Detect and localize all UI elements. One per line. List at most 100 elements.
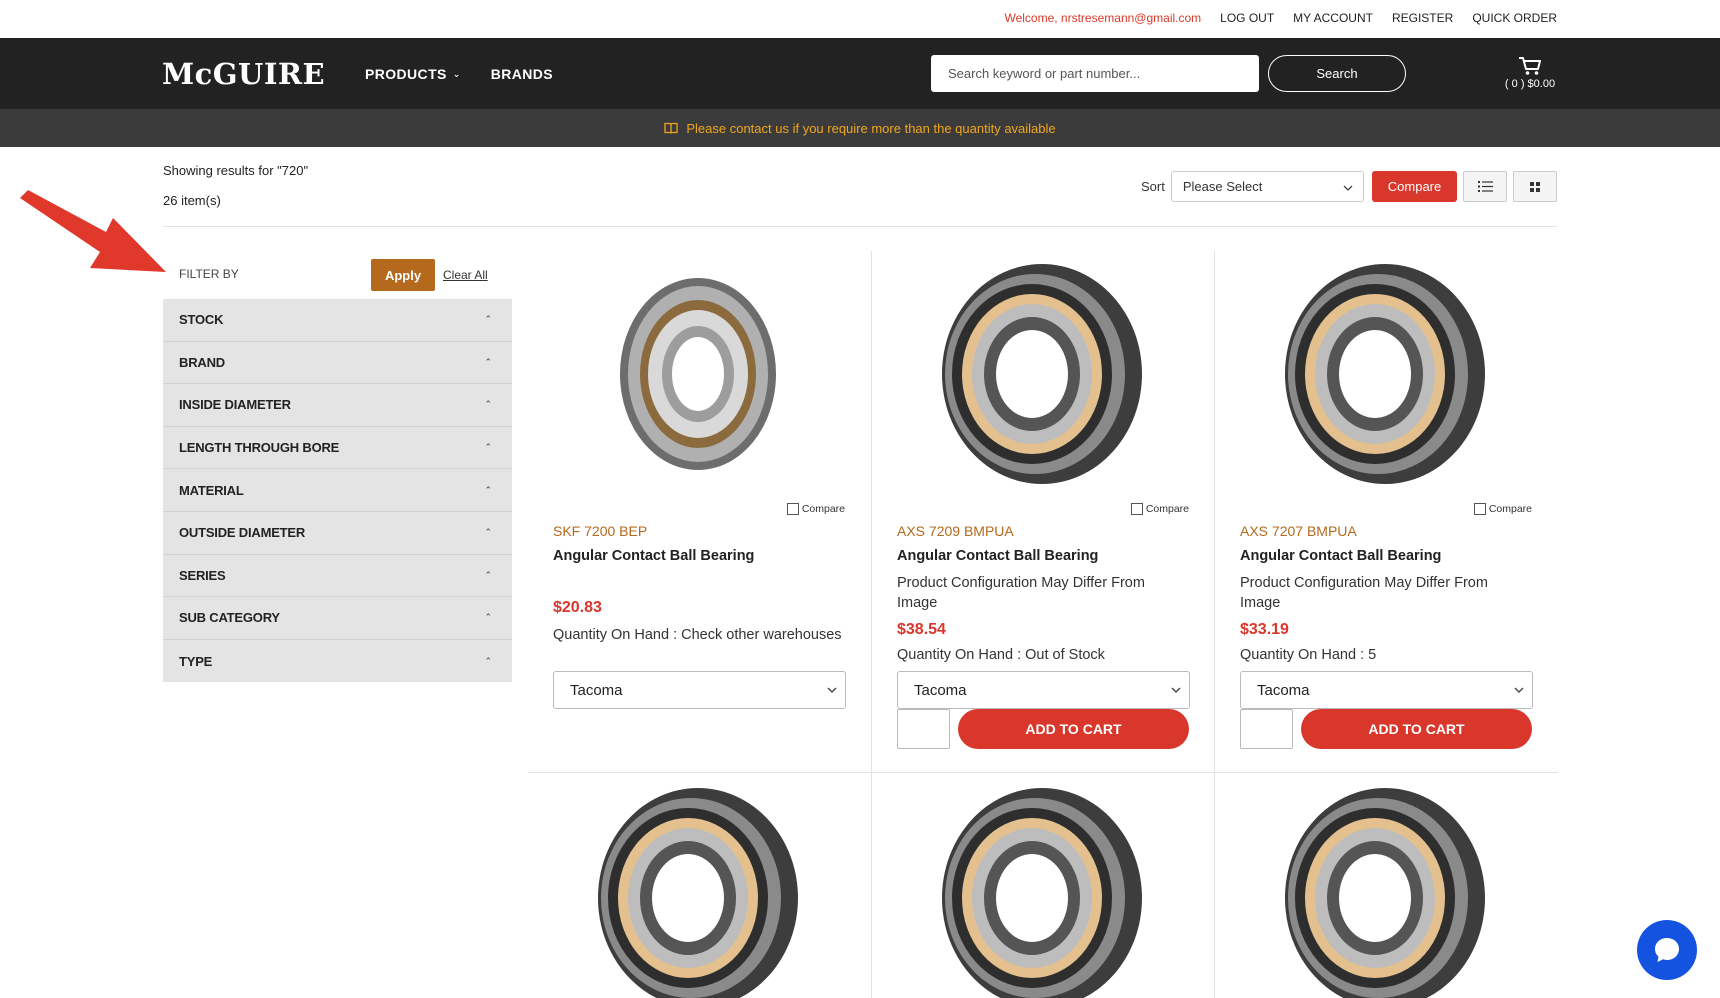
compare-label: Compare <box>1145 503 1189 515</box>
product-card: Compare AXS 7209 BMPUA Angular Contact B… <box>872 251 1215 771</box>
grid-divider <box>528 772 1558 773</box>
warehouse-selected-value: Tacoma <box>570 681 623 699</box>
product-price: $33.19 <box>1240 621 1289 638</box>
product-image[interactable] <box>1270 783 1500 998</box>
compare-checkbox[interactable]: Compare <box>1130 503 1189 515</box>
checkbox-icon <box>1473 503 1486 515</box>
facet-brand[interactable]: BRAND ⌃ <box>163 342 512 385</box>
book-icon <box>664 122 679 135</box>
clear-all-link[interactable]: Clear All <box>443 268 488 282</box>
chevron-down-icon <box>827 687 837 693</box>
sort-control: Sort Please Select <box>1141 171 1364 202</box>
my-account-link[interactable]: MY ACCOUNT <box>1293 11 1373 25</box>
annotation-arrow-icon <box>20 190 166 272</box>
warehouse-select[interactable]: Tacoma <box>553 671 846 709</box>
sort-select[interactable]: Please Select <box>1170 171 1364 202</box>
facet-label: SERIES <box>179 567 226 583</box>
chevron-down-icon <box>1171 687 1181 693</box>
grid-view-button[interactable] <box>1513 171 1557 202</box>
product-price: $20.83 <box>553 599 602 616</box>
facet-inside-diameter[interactable]: INSIDE DIAMETER ⌃ <box>163 384 512 427</box>
checkbox-icon <box>1130 503 1143 515</box>
results-count: 26 item(s) <box>163 193 221 208</box>
filter-by-label: FILTER BY <box>179 267 239 281</box>
facet-label: STOCK <box>179 312 224 328</box>
chevron-up-icon: ⌃ <box>484 442 492 453</box>
toolbar-divider <box>163 226 1557 227</box>
grid-view-icon <box>1530 181 1540 192</box>
sort-selected-value: Please Select <box>1182 179 1263 194</box>
facet-label: MATERIAL <box>179 482 244 498</box>
facet-material[interactable]: MATERIAL ⌃ <box>163 469 512 512</box>
warehouse-select[interactable]: Tacoma <box>1240 671 1533 709</box>
facet-outside-diameter[interactable]: OUTSIDE DIAMETER ⌃ <box>163 512 512 555</box>
apply-filters-button[interactable]: Apply <box>371 259 435 291</box>
product-grid: Compare SKF 7200 BEP Angular Contact Bal… <box>528 251 1558 998</box>
chevron-up-icon: ⌃ <box>484 612 492 623</box>
facet-label: INSIDE DIAMETER <box>179 397 291 413</box>
quantity-on-hand: Quantity On Hand : 5 <box>1240 647 1377 663</box>
product-title[interactable]: Angular Contact Ball Bearing <box>553 548 754 564</box>
filter-facets: STOCK ⌃ BRAND ⌃ INSIDE DIAMETER ⌃ LENGTH… <box>163 299 512 683</box>
facet-stock[interactable]: STOCK ⌃ <box>163 299 512 342</box>
product-image[interactable] <box>1270 259 1500 489</box>
cart-button[interactable]: ( 0 ) $0.00 <box>1500 56 1560 90</box>
product-image[interactable] <box>583 783 813 998</box>
welcome-text: Welcome, nrstresemann@gmail.com <box>1004 11 1202 25</box>
quick-order-link[interactable]: QUICK ORDER <box>1472 11 1557 25</box>
chevron-up-icon: ⌃ <box>484 399 492 410</box>
nav-brands[interactable]: BRANDS <box>491 66 553 82</box>
search-button[interactable]: Search <box>1268 55 1406 92</box>
chevron-up-icon: ⌃ <box>484 356 492 367</box>
product-card <box>1215 781 1558 998</box>
product-image[interactable] <box>583 259 813 489</box>
product-card: Compare SKF 7200 BEP Angular Contact Bal… <box>528 251 871 771</box>
product-image[interactable] <box>927 783 1157 998</box>
search-input[interactable] <box>931 55 1259 92</box>
product-card: Compare AXS 7207 BMPUA Angular Contact B… <box>1215 251 1558 771</box>
facet-sub-category[interactable]: SUB CATEGORY ⌃ <box>163 597 512 640</box>
cart-icon <box>1519 57 1541 75</box>
main-header: McGUIRE PRODUCTS ⌄ BRANDS Search ( 0 ) $… <box>0 38 1720 109</box>
logout-link[interactable]: LOG OUT <box>1220 11 1274 25</box>
list-view-button[interactable] <box>1463 171 1507 202</box>
add-to-cart-button[interactable]: ADD TO CART <box>1301 709 1532 749</box>
warehouse-selected-value: Tacoma <box>914 681 967 699</box>
product-title[interactable]: Angular Contact Ball Bearing <box>897 548 1098 564</box>
product-image[interactable] <box>927 259 1157 489</box>
results-heading: Showing results for "720" <box>163 163 309 178</box>
quantity-input[interactable] <box>897 709 950 749</box>
main-nav: PRODUCTS ⌄ BRANDS <box>365 66 553 82</box>
chevron-up-icon: ⌃ <box>484 655 492 666</box>
nav-products[interactable]: PRODUCTS ⌄ <box>365 66 461 82</box>
chevron-down-icon: ⌄ <box>452 68 461 79</box>
product-sku[interactable]: SKF 7200 BEP <box>553 523 647 539</box>
product-title[interactable]: Angular Contact Ball Bearing <box>1240 548 1441 564</box>
quantity-on-hand: Quantity On Hand : Out of Stock <box>897 647 1105 663</box>
product-card <box>872 781 1215 998</box>
quantity-input[interactable] <box>1240 709 1293 749</box>
facet-label: TYPE <box>179 653 213 669</box>
facet-type[interactable]: TYPE ⌃ <box>163 640 512 683</box>
register-link[interactable]: REGISTER <box>1392 11 1453 25</box>
compare-checkbox[interactable]: Compare <box>786 503 845 515</box>
facet-label: OUTSIDE DIAMETER <box>179 525 306 541</box>
compare-button[interactable]: Compare <box>1372 171 1457 202</box>
facet-length-through-bore[interactable]: LENGTH THROUGH BORE ⌃ <box>163 427 512 470</box>
site-logo[interactable]: McGUIRE <box>162 57 325 91</box>
facet-series[interactable]: SERIES ⌃ <box>163 555 512 598</box>
add-to-cart-button[interactable]: ADD TO CART <box>958 709 1189 749</box>
product-card <box>528 781 871 998</box>
product-sku[interactable]: AXS 7209 BMPUA <box>897 523 1014 539</box>
cart-summary: ( 0 ) $0.00 <box>1504 78 1556 90</box>
notice-bar: Please contact us if you require more th… <box>0 109 1720 147</box>
notice-text: Please contact us if you require more th… <box>686 120 1056 136</box>
warehouse-select[interactable]: Tacoma <box>897 671 1190 709</box>
compare-checkbox[interactable]: Compare <box>1473 503 1532 515</box>
warehouse-selected-value: Tacoma <box>1257 681 1310 699</box>
compare-label: Compare <box>801 503 845 515</box>
product-sku[interactable]: AXS 7207 BMPUA <box>1240 523 1357 539</box>
chat-widget-button[interactable] <box>1637 920 1697 980</box>
list-view-icon <box>1477 181 1493 192</box>
chevron-up-icon: ⌃ <box>484 314 492 325</box>
